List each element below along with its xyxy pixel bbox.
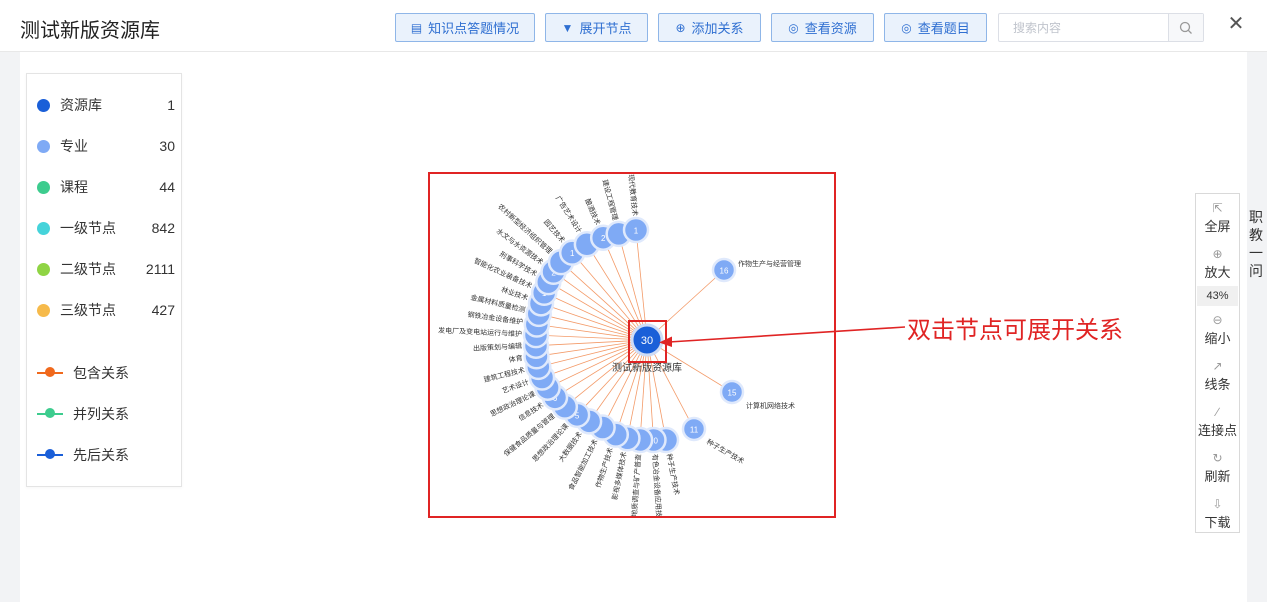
eye-icon: ◎ bbox=[901, 20, 912, 35]
dot-icon bbox=[37, 180, 50, 194]
legend-panel: 资源库 1 专业 30 课程 44 一级节点 842 二级节点 2111 三级节… bbox=[26, 73, 182, 487]
line-chart-icon: ↗ bbox=[1212, 359, 1223, 373]
lines-button[interactable]: ↗ 线条 bbox=[1196, 358, 1239, 393]
fullscreen-button[interactable]: ⇱ 全屏 bbox=[1196, 200, 1239, 235]
link-point-button[interactable]: ∕ 连接点 bbox=[1196, 404, 1239, 439]
view-questions-button[interactable]: ◎ 查看题目 bbox=[884, 13, 987, 42]
legend-item-level2[interactable]: 二级节点 2111 bbox=[37, 258, 175, 280]
search-box bbox=[998, 13, 1204, 42]
dot-icon bbox=[37, 303, 50, 317]
zoom-in-button[interactable]: ⊕ 放大 bbox=[1196, 246, 1239, 281]
header: 测试新版资源库 ▤ 知识点答题情况 ▼ 展开节点 ⊕ 添加关系 ◎ 查看资源 ◎… bbox=[0, 0, 1267, 52]
qa-status-button[interactable]: ▤ 知识点答题情况 bbox=[395, 13, 535, 42]
relation-line-icon bbox=[37, 367, 63, 377]
annotation-arrow bbox=[659, 326, 906, 347]
search-input[interactable] bbox=[999, 14, 1168, 41]
legend-item-major[interactable]: 专业 30 bbox=[37, 135, 175, 157]
legend-item-level1[interactable]: 一级节点 842 bbox=[37, 217, 175, 239]
caret-down-icon: ▼ bbox=[561, 20, 574, 35]
eye-icon: ◎ bbox=[788, 20, 799, 35]
zoom-out-button[interactable]: ⊖ 缩小 bbox=[1196, 312, 1239, 347]
page-title: 测试新版资源库 bbox=[20, 20, 160, 42]
annotation-text: 双击节点可展开关系 bbox=[907, 317, 1123, 344]
dot-icon bbox=[37, 98, 50, 112]
search-icon bbox=[1179, 21, 1192, 34]
dot-icon bbox=[37, 221, 50, 235]
side-vertical-text: 职 教 一 问 bbox=[1249, 209, 1263, 279]
legend-relation-parallel[interactable]: 并列关系 bbox=[37, 403, 129, 425]
dot-icon bbox=[37, 262, 50, 276]
refresh-button[interactable]: ↻ 刷新 bbox=[1196, 450, 1239, 485]
legend-item-resource-library[interactable]: 资源库 1 bbox=[37, 94, 175, 116]
link-point-icon: ∕ bbox=[1216, 405, 1219, 419]
zoom-in-icon: ⊕ bbox=[1212, 247, 1223, 261]
add-relation-button[interactable]: ⊕ 添加关系 bbox=[658, 13, 761, 42]
document-icon: ▤ bbox=[410, 20, 423, 35]
legend-item-course[interactable]: 课程 44 bbox=[37, 176, 175, 198]
download-button[interactable]: ⇩ 下载 bbox=[1196, 496, 1239, 531]
fullscreen-icon: ⇱ bbox=[1212, 201, 1223, 215]
toolbox: ⇱ 全屏 ⊕ 放大 43% ⊖ 缩小 ↗ 线条 ∕ 连接点 ↻ 刷新 ⇩ 下载 bbox=[1195, 193, 1240, 533]
relation-line-icon bbox=[37, 449, 63, 459]
expand-node-button[interactable]: ▼ 展开节点 bbox=[545, 13, 648, 42]
legend-relation-sequence[interactable]: 先后关系 bbox=[37, 444, 129, 466]
legend-item-level3[interactable]: 三级节点 427 bbox=[37, 299, 175, 321]
close-button[interactable]: ✕ bbox=[1226, 12, 1246, 36]
app-root: 测试新版资源库 ▤ 知识点答题情况 ▼ 展开节点 ⊕ 添加关系 ◎ 查看资源 ◎… bbox=[0, 0, 1267, 602]
refresh-icon: ↻ bbox=[1212, 451, 1223, 465]
relation-line-icon bbox=[37, 408, 63, 418]
download-icon: ⇩ bbox=[1212, 497, 1223, 511]
legend-relation-contains[interactable]: 包含关系 bbox=[37, 362, 129, 384]
zoom-level: 43% bbox=[1197, 286, 1238, 306]
close-icon: ✕ bbox=[1227, 13, 1245, 35]
search-button[interactable] bbox=[1168, 14, 1203, 41]
view-resources-button[interactable]: ◎ 查看资源 bbox=[771, 13, 874, 42]
plus-circle-icon: ⊕ bbox=[675, 20, 686, 35]
dot-icon bbox=[37, 139, 50, 153]
zoom-out-icon: ⊖ bbox=[1212, 313, 1223, 327]
